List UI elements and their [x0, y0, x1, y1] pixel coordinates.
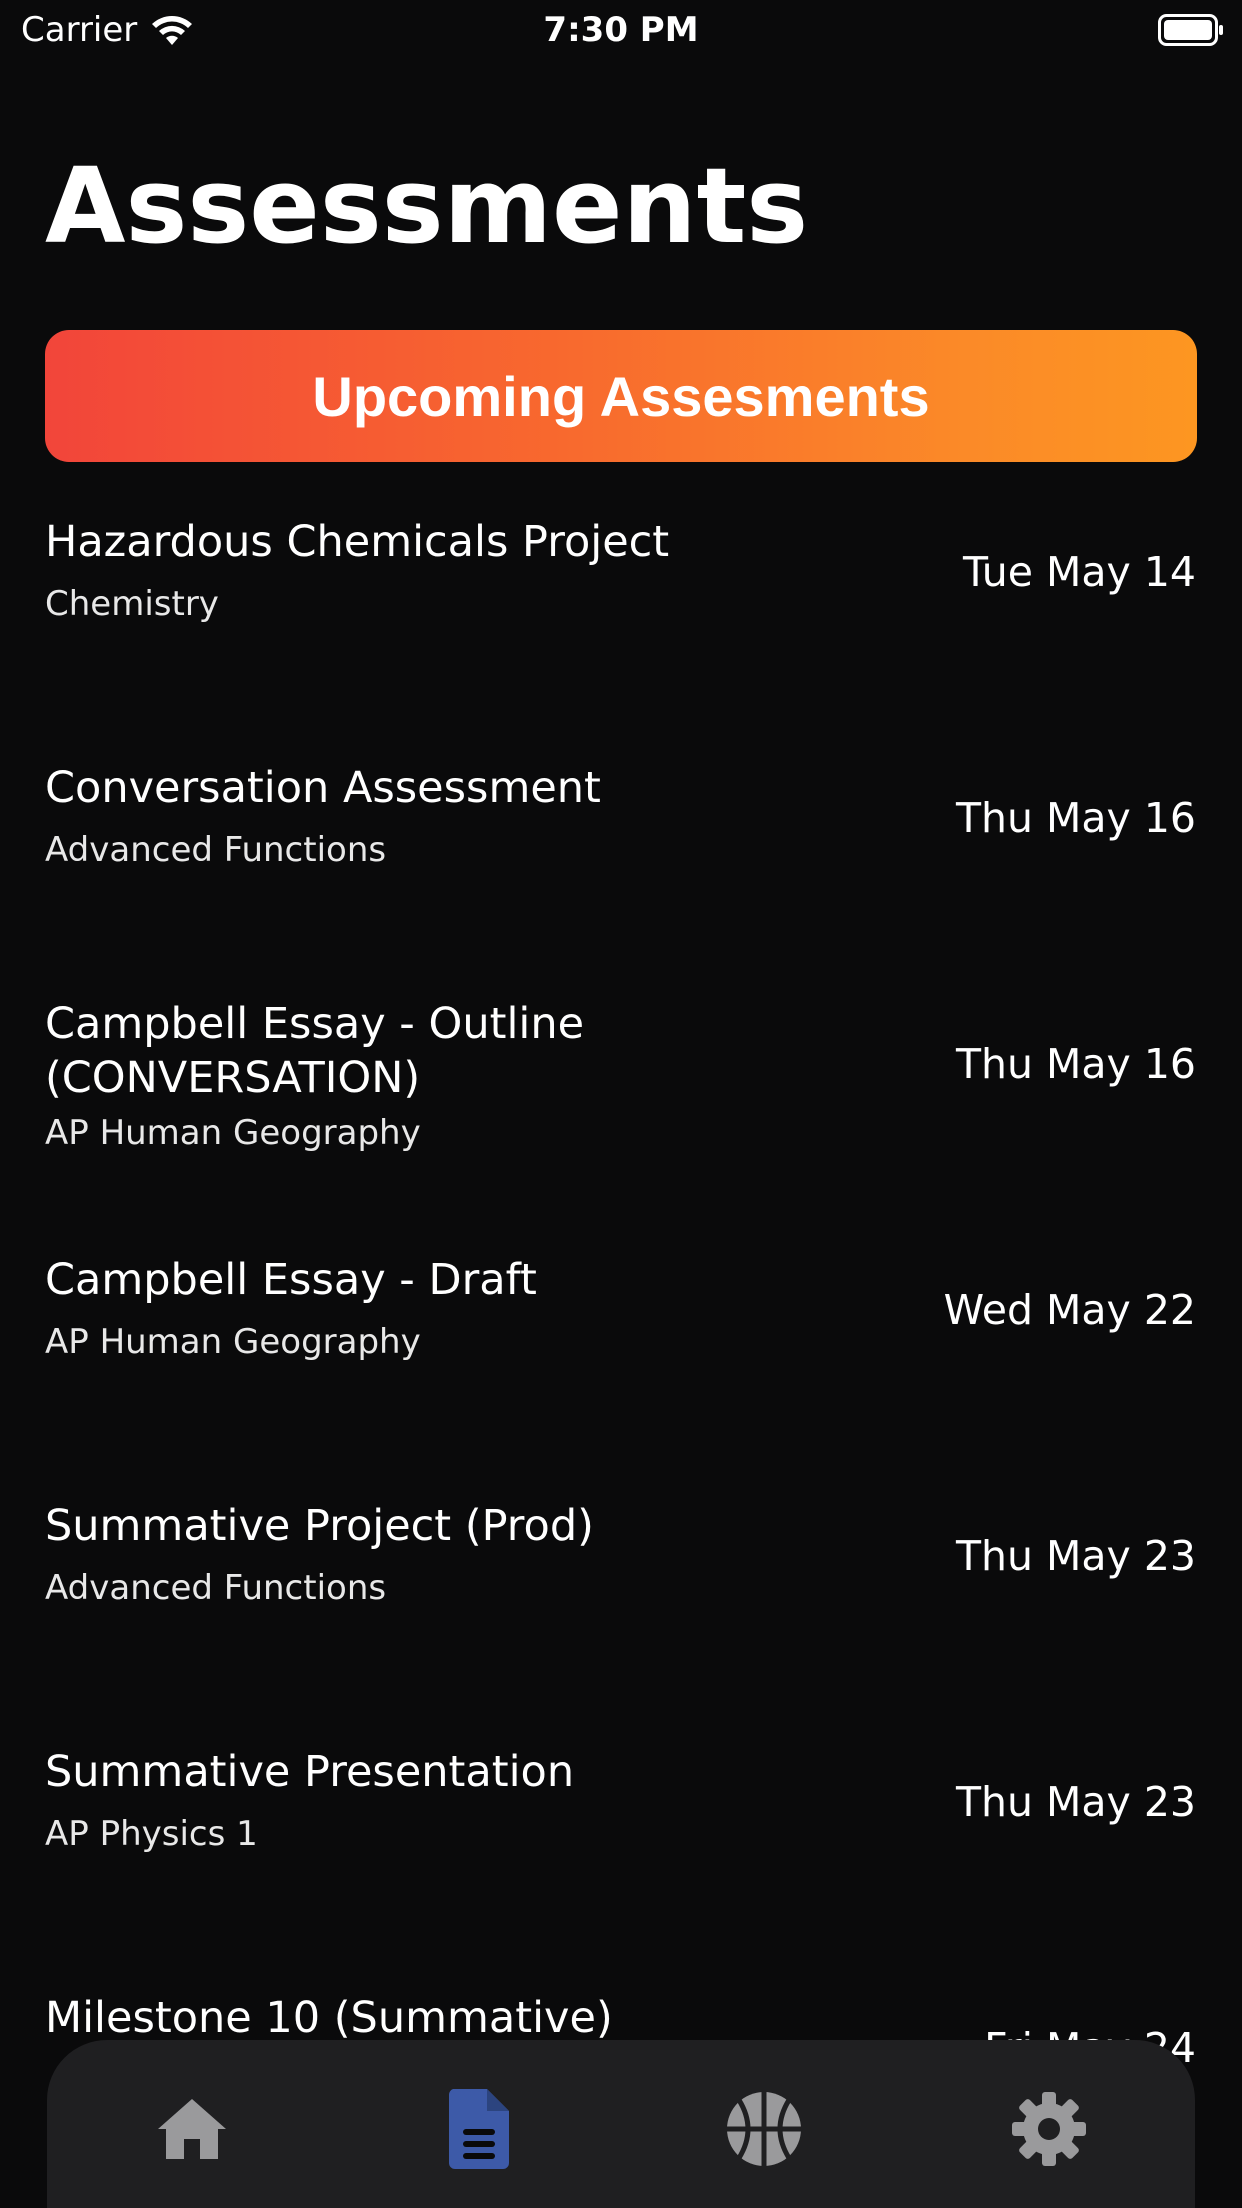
assessment-date: Tue May 14	[962, 548, 1196, 596]
assessment-title: Campbell Essay - Outline (CONVERSATION)	[45, 999, 585, 1103]
basketball-icon	[727, 2092, 801, 2166]
tab-settings[interactable]	[1004, 2084, 1094, 2174]
assessment-course: AP Human Geography	[45, 1322, 421, 1362]
assessment-course: AP Human Geography	[45, 1113, 421, 1153]
tab-bar	[47, 2040, 1195, 2208]
assessment-row[interactable]: Conversation Assessment Advanced Functio…	[0, 751, 1242, 997]
tab-sports[interactable]	[719, 2084, 809, 2174]
assessment-date: Thu May 16	[955, 794, 1196, 842]
document-icon	[448, 2089, 509, 2169]
assessment-row[interactable]: Summative Presentation AP Physics 1 Thu …	[0, 1735, 1242, 1981]
status-time: 7:30 PM	[543, 10, 699, 50]
assessment-title: Conversation Assessment	[45, 763, 601, 813]
assessment-date: Wed May 22	[943, 1286, 1196, 1334]
assessment-course: Advanced Functions	[45, 1568, 387, 1608]
assessment-course: AP Physics 1	[45, 1814, 258, 1854]
assessment-date: Thu May 23	[955, 1778, 1196, 1826]
home-icon	[158, 2099, 226, 2159]
assessment-title: Hazardous Chemicals Project	[45, 517, 670, 567]
battery-icon	[1158, 14, 1223, 46]
assessment-title: Campbell Essay - Draft	[45, 1255, 537, 1305]
tab-assessments[interactable]	[434, 2084, 524, 2174]
assessment-row[interactable]: Campbell Essay - Draft AP Human Geograph…	[0, 1243, 1242, 1489]
assessment-row[interactable]: Hazardous Chemicals Project Chemistry Tu…	[0, 505, 1242, 751]
assessment-course: Chemistry	[45, 584, 219, 624]
assessment-date: Thu May 16	[955, 1040, 1196, 1088]
status-bar: Carrier 7:30 PM	[0, 0, 1242, 64]
assessment-title: Milestone 10 (Summative)	[45, 1993, 613, 2043]
assessment-title: Summative Presentation	[45, 1747, 575, 1797]
assessment-date: Thu May 23	[955, 1532, 1196, 1580]
gear-icon	[1012, 2092, 1086, 2166]
assessment-title: Summative Project (Prod)	[45, 1501, 594, 1551]
tab-home[interactable]	[147, 2084, 237, 2174]
assessment-course: Advanced Functions	[45, 830, 387, 870]
upcoming-assessments-button[interactable]: Upcoming Assesments	[45, 330, 1197, 462]
page-title: Assessments	[45, 145, 809, 267]
assessment-row[interactable]: Summative Project (Prod) Advanced Functi…	[0, 1489, 1242, 1735]
assessment-row[interactable]: Campbell Essay - Outline (CONVERSATION) …	[0, 997, 1242, 1243]
